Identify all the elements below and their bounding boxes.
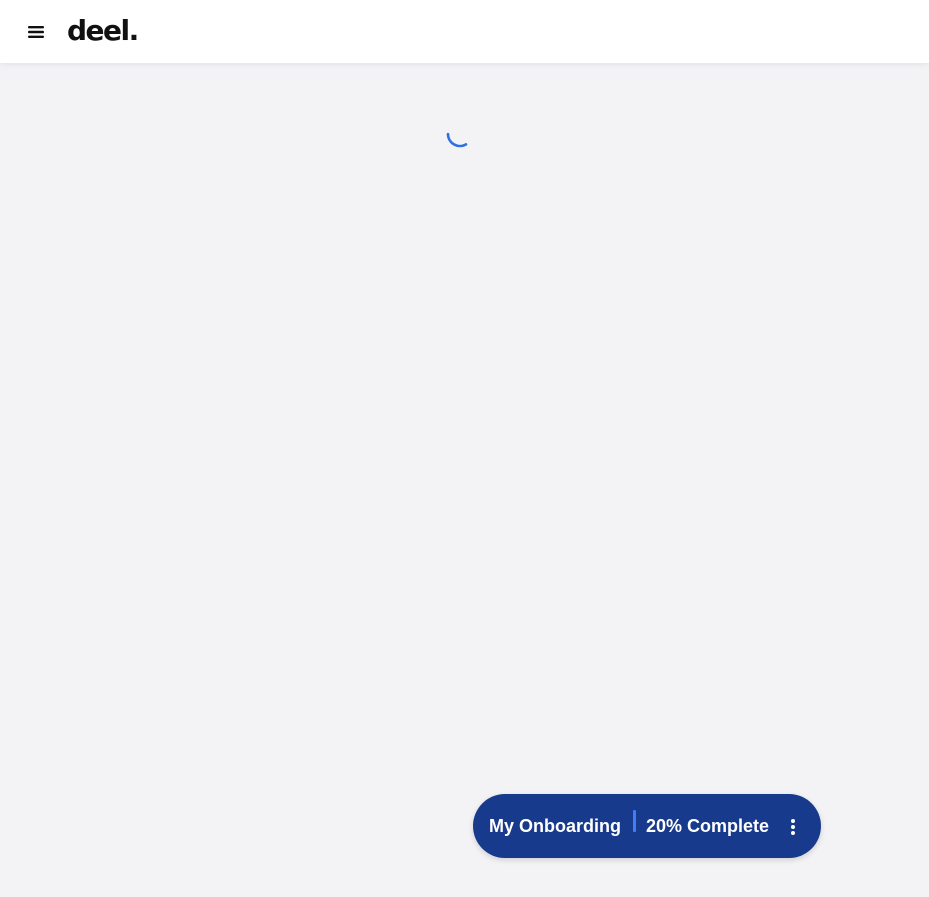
hamburger-menu-button[interactable] — [26, 22, 46, 42]
pill-divider — [633, 810, 636, 832]
top-navigation-bar: deel. — [0, 0, 929, 63]
deel-logo[interactable]: deel. — [67, 13, 139, 49]
onboarding-more-button[interactable] — [783, 816, 803, 838]
loading-spinner-icon — [440, 114, 480, 154]
onboarding-progress-label: 20% Complete — [646, 816, 770, 836]
onboarding-progress-widget[interactable]: My Onboarding 20% Complete — [473, 794, 821, 858]
hamburger-menu-icon — [28, 26, 44, 38]
vertical-dots-icon — [791, 819, 795, 835]
onboarding-title: My Onboarding — [489, 816, 621, 836]
